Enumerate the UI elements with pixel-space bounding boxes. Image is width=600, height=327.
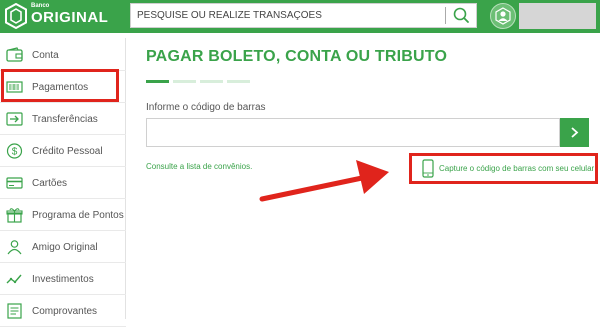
sidebar-item-conta[interactable]: Conta [0, 40, 126, 71]
step-1 [146, 80, 169, 83]
card-icon [6, 177, 23, 189]
search-input[interactable] [131, 4, 443, 27]
user-avatar-icon [495, 7, 511, 25]
sidebar-item-label: Cartões [32, 178, 68, 189]
wallet-icon [6, 47, 23, 62]
page-title: PAGAR BOLETO, CONTA OU TRIBUTO [146, 48, 448, 65]
chevron-right-icon [571, 127, 579, 138]
step-2 [173, 80, 196, 83]
sidebar-item-comprovantes[interactable]: Comprovantes [0, 296, 126, 327]
convenios-link[interactable]: Consulte a lista de convênios. [146, 162, 252, 171]
submit-barcode-button[interactable] [560, 118, 589, 147]
sidebar-item-transferencias[interactable]: Transferências [0, 104, 126, 135]
sidebar-item-label: Conta [32, 50, 59, 61]
step-indicator [146, 80, 250, 83]
username-placeholder[interactable] [519, 3, 596, 29]
person-icon [7, 240, 22, 255]
barcode-input[interactable] [146, 118, 560, 147]
sidebar-item-amigo-original[interactable]: Amigo Original [0, 232, 126, 263]
chart-line-icon [6, 274, 22, 284]
sidebar-item-label: Comprovantes [32, 306, 98, 317]
logo-hexagon-icon [5, 3, 27, 29]
sidebar-item-label: Investimentos [32, 274, 94, 285]
sidebar-item-label: Crédito Pessoal [32, 146, 103, 157]
logo-big-text: ORIGINAL [31, 9, 109, 26]
annotation-highlight-capture [409, 153, 598, 184]
avatar[interactable] [490, 3, 516, 29]
barcode-label: Informe o código de barras [146, 102, 266, 113]
sidebar-item-label: Amigo Original [32, 242, 98, 253]
sidebar-item-label: Transferências [32, 114, 98, 125]
search-button[interactable] [449, 6, 473, 25]
sidebar-item-programa-de-pontos[interactable]: Programa de Pontos [0, 200, 126, 231]
step-4 [227, 80, 250, 83]
svg-text:$: $ [12, 147, 18, 158]
sidebar-item-credito-pessoal[interactable]: $ Crédito Pessoal [0, 136, 126, 167]
bank-logo[interactable]: Banco ORIGINAL [4, 3, 108, 29]
top-bar: Banco ORIGINAL [0, 0, 600, 33]
step-3 [200, 80, 223, 83]
annotation-highlight-pagamentos [1, 69, 119, 102]
sidebar-item-investimentos[interactable]: Investimentos [0, 264, 126, 295]
sidebar-item-cartoes[interactable]: Cartões [0, 168, 126, 199]
search-divider [445, 7, 446, 24]
sidebar-item-label: Programa de Pontos [32, 210, 124, 221]
receipt-icon [7, 303, 22, 319]
search-icon [453, 7, 469, 23]
dollar-coin-icon: $ [6, 143, 23, 159]
search-box [130, 3, 477, 28]
transfer-arrow-icon [6, 112, 23, 126]
gift-icon [6, 208, 23, 223]
